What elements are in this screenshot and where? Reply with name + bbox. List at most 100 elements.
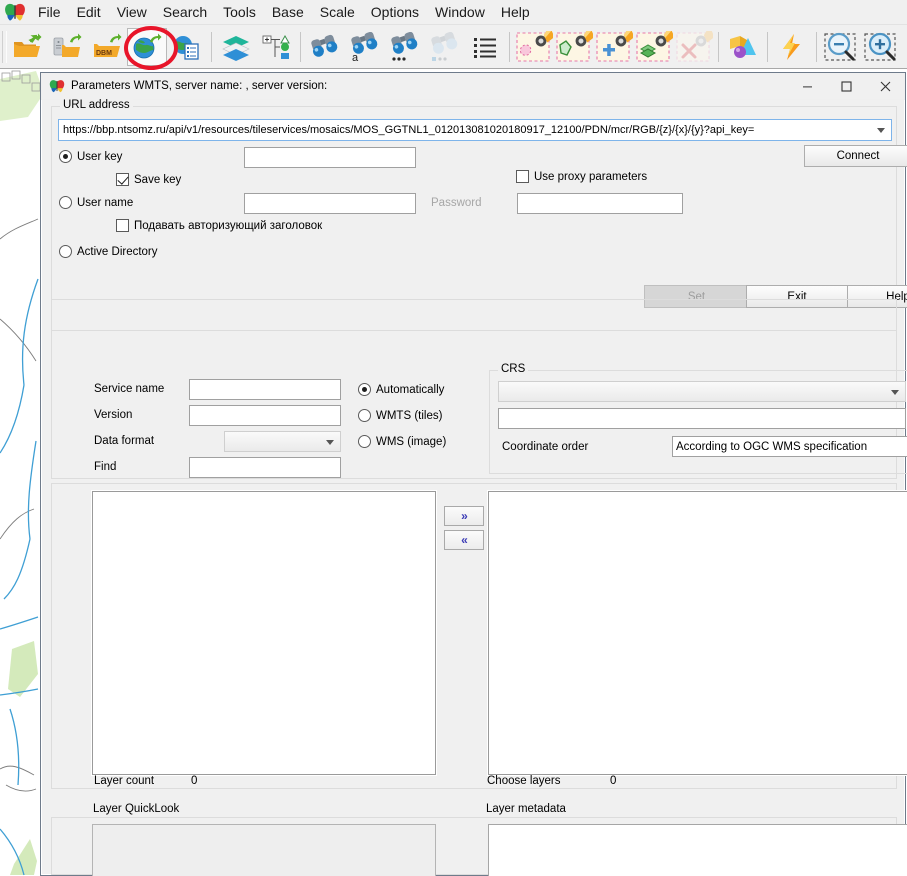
layer-metadata-label: Layer metadata (486, 803, 566, 815)
layers-stack-button[interactable] (216, 28, 256, 66)
choose-layers-label: Choose layers (487, 775, 561, 787)
connect-button-label: Connect (836, 150, 880, 162)
menu-scale[interactable]: Scale (312, 2, 363, 22)
layer-tree-icon (262, 34, 290, 59)
coordinate-order-label: Coordinate order (502, 441, 589, 453)
menu-help[interactable]: Help (493, 2, 538, 22)
version-input[interactable] (189, 405, 341, 426)
server-folder-import-button[interactable] (47, 28, 87, 66)
shapes-3d-icon (730, 35, 756, 58)
move-right-button[interactable]: » (444, 506, 484, 526)
url-address-combo[interactable]: https://bbp.ntsomz.ru/api/v1/resources/t… (58, 119, 892, 141)
binoculars-search-icon (311, 34, 338, 57)
binoculars-search-text-button[interactable]: a (345, 28, 385, 66)
toolbar-separator (300, 31, 301, 62)
user-key-label: User key (77, 150, 123, 163)
select-region-button[interactable] (514, 28, 554, 66)
use-proxy-checkbox[interactable] (516, 170, 529, 183)
select-layers-button[interactable] (634, 28, 674, 66)
app-butterfly-icon (49, 79, 65, 93)
find-input[interactable] (189, 457, 341, 478)
chosen-layers-list[interactable] (488, 491, 907, 775)
user-name-input[interactable] (244, 193, 416, 214)
dialog-title-bar[interactable]: Parameters WMTS, server name: , server v… (41, 73, 905, 100)
zoom-in-button[interactable] (861, 28, 901, 66)
globe-catalog-button[interactable] (167, 28, 207, 66)
shapes-3d-button[interactable] (723, 28, 763, 66)
close-button[interactable] (866, 73, 905, 100)
active-directory-radio-row[interactable]: Active Directory (59, 245, 158, 258)
url-address-group-title: URL address (60, 99, 133, 111)
data-format-combo[interactable] (224, 431, 341, 452)
menu-bar: File Edit View Search Tools Base Scale O… (0, 0, 907, 25)
user-key-input[interactable] (244, 147, 416, 168)
use-proxy-check-row[interactable]: Use proxy parameters (516, 170, 647, 183)
menu-edit[interactable]: Edit (69, 2, 109, 22)
layer-quicklook-panel[interactable] (92, 824, 436, 876)
active-directory-label: Active Directory (77, 245, 158, 258)
user-key-radio[interactable] (59, 150, 72, 163)
globe-import-button[interactable] (127, 27, 167, 66)
open-folder-import-button[interactable] (7, 28, 47, 66)
binoculars-search-text-icon: a (351, 31, 378, 62)
minimize-button[interactable] (788, 73, 827, 100)
menu-tools[interactable]: Tools (215, 2, 264, 22)
mode-automatically-row[interactable]: Automatically (358, 383, 444, 396)
select-layers-icon (636, 30, 673, 62)
user-name-label: User name (77, 196, 134, 209)
lightning-quick-button[interactable] (772, 28, 812, 66)
url-address-group: URL address https://bbp.ntsomz.ru/api/v1… (51, 99, 907, 331)
binoculars-search-more-button[interactable] (385, 28, 425, 66)
layer-count-value: 0 (191, 775, 198, 787)
crs-group: CRS Coordinate order (489, 363, 907, 474)
mode-wms-radio[interactable] (358, 435, 371, 448)
menu-file[interactable]: File (30, 2, 69, 22)
binoculars-search-disabled-button (425, 28, 465, 66)
menu-window[interactable]: Window (427, 2, 493, 22)
menu-options[interactable]: Options (363, 2, 427, 22)
main-toolbar: DBM a (0, 25, 907, 69)
user-name-radio[interactable] (59, 196, 72, 209)
mode-wmts-radio[interactable] (358, 409, 371, 422)
select-polygon-button[interactable] (554, 28, 594, 66)
user-key-radio-row[interactable]: User key (59, 150, 122, 163)
window-controls (788, 73, 905, 100)
move-left-button[interactable]: « (444, 530, 484, 550)
auth-header-label: Подавать авторизующий заголовок (134, 219, 323, 232)
layer-tree-button[interactable] (256, 28, 296, 66)
zoom-out-button[interactable] (821, 28, 861, 66)
select-region-icon (516, 30, 553, 62)
connect-button[interactable]: Connect (804, 145, 907, 167)
select-add-button[interactable] (594, 28, 634, 66)
crs-group-title: CRS (498, 363, 529, 375)
save-key-check-row[interactable]: Save key (116, 173, 181, 186)
maximize-button[interactable] (827, 73, 866, 100)
menu-base[interactable]: Base (264, 2, 312, 22)
auth-header-checkbox[interactable] (116, 219, 129, 232)
auth-header-check-row[interactable]: Подавать авторизующий заголовок (116, 219, 322, 232)
coordinate-order-input[interactable] (672, 436, 907, 457)
save-key-checkbox[interactable] (116, 173, 129, 186)
mode-automatically-radio[interactable] (358, 383, 371, 396)
toolbar-separator (816, 31, 817, 62)
layer-metadata-panel[interactable] (488, 824, 907, 876)
crs-combo[interactable] (498, 381, 906, 402)
toolbar-separator (211, 31, 212, 62)
list-view-button[interactable] (465, 28, 505, 66)
mode-wms-row[interactable]: WMS (image) (358, 435, 446, 448)
mode-wms-label: WMS (image) (376, 435, 447, 448)
chevron-down-icon (326, 440, 334, 445)
minimize-icon (803, 85, 812, 87)
user-name-radio-row[interactable]: User name (59, 196, 133, 209)
password-input[interactable] (517, 193, 683, 214)
menu-search[interactable]: Search (155, 2, 215, 22)
available-layers-list[interactable] (92, 491, 436, 775)
binoculars-search-button[interactable] (305, 28, 345, 66)
crs-text-input[interactable] (498, 408, 906, 429)
dbm-folder-import-button[interactable]: DBM (87, 28, 127, 66)
mode-wmts-row[interactable]: WMTS (tiles) (358, 409, 442, 422)
choose-layers-value: 0 (610, 775, 617, 787)
menu-view[interactable]: View (109, 2, 155, 22)
service-name-input[interactable] (189, 379, 341, 400)
active-directory-radio[interactable] (59, 245, 72, 258)
